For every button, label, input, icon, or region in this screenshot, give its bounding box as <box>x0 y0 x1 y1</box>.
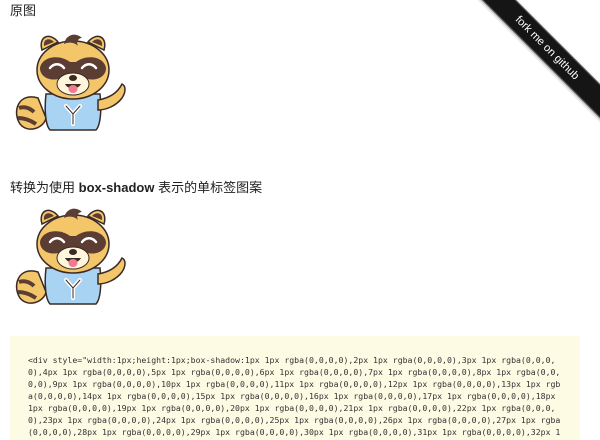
original-image-heading: 原图 <box>10 3 37 18</box>
converted-heading-prefix: 转换为使用 <box>10 180 79 195</box>
page: 原图 转换为使用 box-shadow 表示的单标签图案 <div style=… <box>0 0 600 440</box>
converted-heading-keyword: box-shadow <box>78 180 155 195</box>
converted-heading-suffix: 表示的单标签图案 <box>154 180 263 195</box>
box-shadow-code: <div style="width:1px;height:1px;box-sha… <box>28 355 561 440</box>
raccoon-mascot-icon <box>15 208 126 305</box>
fork-me-on-github-ribbon[interactable]: fork me on github <box>471 0 600 124</box>
raccoon-mascot-icon <box>15 34 126 131</box>
code-block: <div style="width:1px;height:1px;box-sha… <box>10 336 580 440</box>
converted-heading: 转换为使用 box-shadow 表示的单标签图案 <box>10 180 262 196</box>
github-ribbon-container: fork me on github <box>451 0 600 149</box>
